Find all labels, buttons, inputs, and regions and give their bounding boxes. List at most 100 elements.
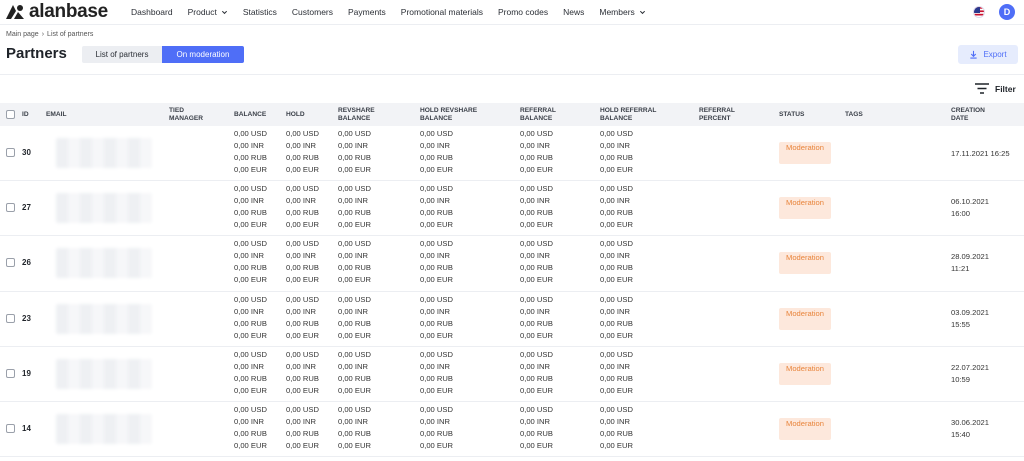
header-creation-date[interactable]: CREATION DATE [951,107,1001,123]
amount-value: 0,00 EUR [286,220,319,230]
amount-value: 0,00 RUB [286,153,319,162]
nav-item-news[interactable]: News [563,7,584,17]
header-revshare-balance[interactable]: REVSHARE BALANCE [338,107,398,123]
table-row[interactable]: 26 0,00 USD 0,00 INR 0,00 RUB 0,00 EUR 0,00 U… [0,236,1024,292]
header-email[interactable]: EMAIL [46,111,67,119]
amount-value: 0,00 USD [420,239,453,249]
header-balance[interactable]: BALANCE [234,111,266,119]
user-avatar[interactable]: D [999,4,1015,20]
amount-value: 0,00 RUB [286,428,319,438]
amount-value: 0,00 RUB [600,428,633,438]
row-checkbox[interactable] [6,313,15,323]
tab-on-moderation[interactable]: On moderation [162,46,244,63]
chevron-down-icon [221,10,227,14]
amount-value: 0,00 USD [600,404,633,414]
amount-value: 0,00 INR [420,361,450,371]
nav-item-payments[interactable]: Payments [348,7,386,17]
nav-item-statistics[interactable]: Statistics [243,7,277,17]
amount-value: 0,00 USD [286,349,319,359]
partner-id[interactable]: 19 [22,369,31,378]
amount-value: 0,00 EUR [234,165,267,174]
row-checkbox[interactable] [6,258,15,268]
amount-value: 0,00 INR [520,306,550,316]
amount-value: 0,00 EUR [420,385,453,395]
amount-value: 0,00 RUB [520,153,553,162]
table-header: ID EMAIL TIED MANAGER BALANCE HOLD REVSH… [0,103,1024,126]
header-referral-percent[interactable]: REFERRAL PERCENT [699,107,754,123]
amount-value: 0,00 EUR [520,275,553,285]
table-row[interactable]: 27 0,00 USD 0,00 INR 0,00 RUB 0,00 EUR 0,00 U… [0,181,1024,237]
amount-value: 0,00 INR [420,306,450,316]
us-flag-icon[interactable] [973,6,985,18]
header-id[interactable]: ID [22,111,29,119]
partner-id[interactable]: 30 [22,148,31,157]
amount-value: 0,00 INR [420,141,450,150]
table-row[interactable]: 19 0,00 USD 0,00 INR 0,00 RUB 0,00 EUR 0,00 U… [0,347,1024,402]
nav-item-promotional-materials[interactable]: Promotional materials [401,7,483,17]
amount-value: 0,00 EUR [420,165,453,174]
partner-id[interactable]: 26 [22,258,31,267]
table-body: 30 0,00 USD 0,00 INR 0,00 RUB 0,00 EUR 0,00 U… [0,126,1024,458]
amount-value: 0,00 INR [600,141,630,150]
header-tied-manager[interactable]: TIED MANAGER [169,107,219,123]
filter-button[interactable]: Filter [975,83,1016,94]
status-badge: Moderation [779,142,831,164]
amount-value: 0,00 EUR [338,220,371,230]
cell-hold: 0,00 USD 0,00 INR 0,00 RUB 0,00 EUR [286,238,319,286]
nav-item-promo-codes[interactable]: Promo codes [498,7,548,17]
nav-item-product[interactable]: Product [188,7,228,17]
header-referral-balance[interactable]: REFERRAL BALANCE [520,107,580,123]
amount-value: 0,00 USD [338,404,371,414]
nav-item-dashboard[interactable]: Dashboard [131,7,173,17]
header-hold[interactable]: HOLD [286,111,305,119]
table-row[interactable]: 14 0,00 USD 0,00 INR 0,00 RUB 0,00 EUR 0,00 U… [0,402,1024,458]
header-tags[interactable]: TAGS [845,111,863,119]
cell-hold-revshare-balance: 0,00 USD 0,00 INR 0,00 RUB 0,00 EUR [420,349,453,397]
amount-value: 0,00 INR [600,361,630,371]
nav-item-members[interactable]: Members [599,7,645,17]
amount-value: 0,00 EUR [286,330,319,340]
amount-value: 0,00 INR [286,306,316,316]
nav-item-label: Promo codes [498,7,549,17]
creation-date: 30.06.2021 15:40 [951,417,990,439]
nav-item-label: Product [187,7,217,17]
chevron-right-icon: › [41,31,45,38]
partner-id[interactable]: 27 [22,203,31,212]
row-checkbox[interactable] [6,203,15,213]
table-row[interactable]: 23 0,00 USD 0,00 INR 0,00 RUB 0,00 EUR 0,00 U… [0,292,1024,347]
amount-value: 0,00 INR [286,141,316,150]
amount-value: 0,00 RUB [234,153,267,162]
select-all-checkbox[interactable] [6,110,15,119]
status-badge: Moderation [779,197,831,220]
export-button[interactable]: Export [958,45,1018,64]
tab-list-of-partners[interactable]: List of partners [82,46,162,63]
amount-value: 0,00 USD [600,294,633,304]
amount-value: 0,00 RUB [520,373,553,383]
amount-value: 0,00 USD [286,184,319,194]
amount-value: 0,00 INR [338,196,368,206]
nav-item-customers[interactable]: Customers [292,7,333,17]
cell-referral-balance: 0,00 USD 0,00 INR 0,00 RUB 0,00 EUR [520,238,553,286]
partner-id[interactable]: 23 [22,314,31,323]
header-status[interactable]: STATUS [779,111,804,119]
header-hold-revshare-balance[interactable]: HOLD REVSHARE BALANCE [420,107,500,123]
email-redacted [56,303,152,334]
amount-value: 0,00 RUB [286,318,319,328]
header-hold-referral-balance[interactable]: HOLD REFERRAL BALANCE [600,107,680,123]
amount-value: 0,00 RUB [234,318,267,328]
partner-id[interactable]: 14 [22,424,31,433]
creation-date: 22.07.2021 10:59 [951,362,990,384]
row-checkbox[interactable] [6,148,15,157]
nav-item-label: News [563,7,585,17]
cell-referral-balance: 0,00 USD 0,00 INR 0,00 RUB 0,00 EUR [520,349,553,397]
amount-value: 0,00 RUB [420,428,453,438]
row-checkbox[interactable] [6,368,15,378]
nav-item-label: Payments [348,7,386,17]
email-redacted [56,193,152,224]
table-row[interactable]: 30 0,00 USD 0,00 INR 0,00 RUB 0,00 EUR 0,00 U… [0,126,1024,182]
cell-revshare-balance: 0,00 USD 0,00 INR 0,00 RUB 0,00 EUR [338,404,371,452]
row-checkbox[interactable] [6,423,15,433]
amount-value: 0,00 EUR [420,220,453,230]
breadcrumb-home[interactable]: Main page [6,31,39,38]
logo[interactable]: alanbase [4,2,122,21]
